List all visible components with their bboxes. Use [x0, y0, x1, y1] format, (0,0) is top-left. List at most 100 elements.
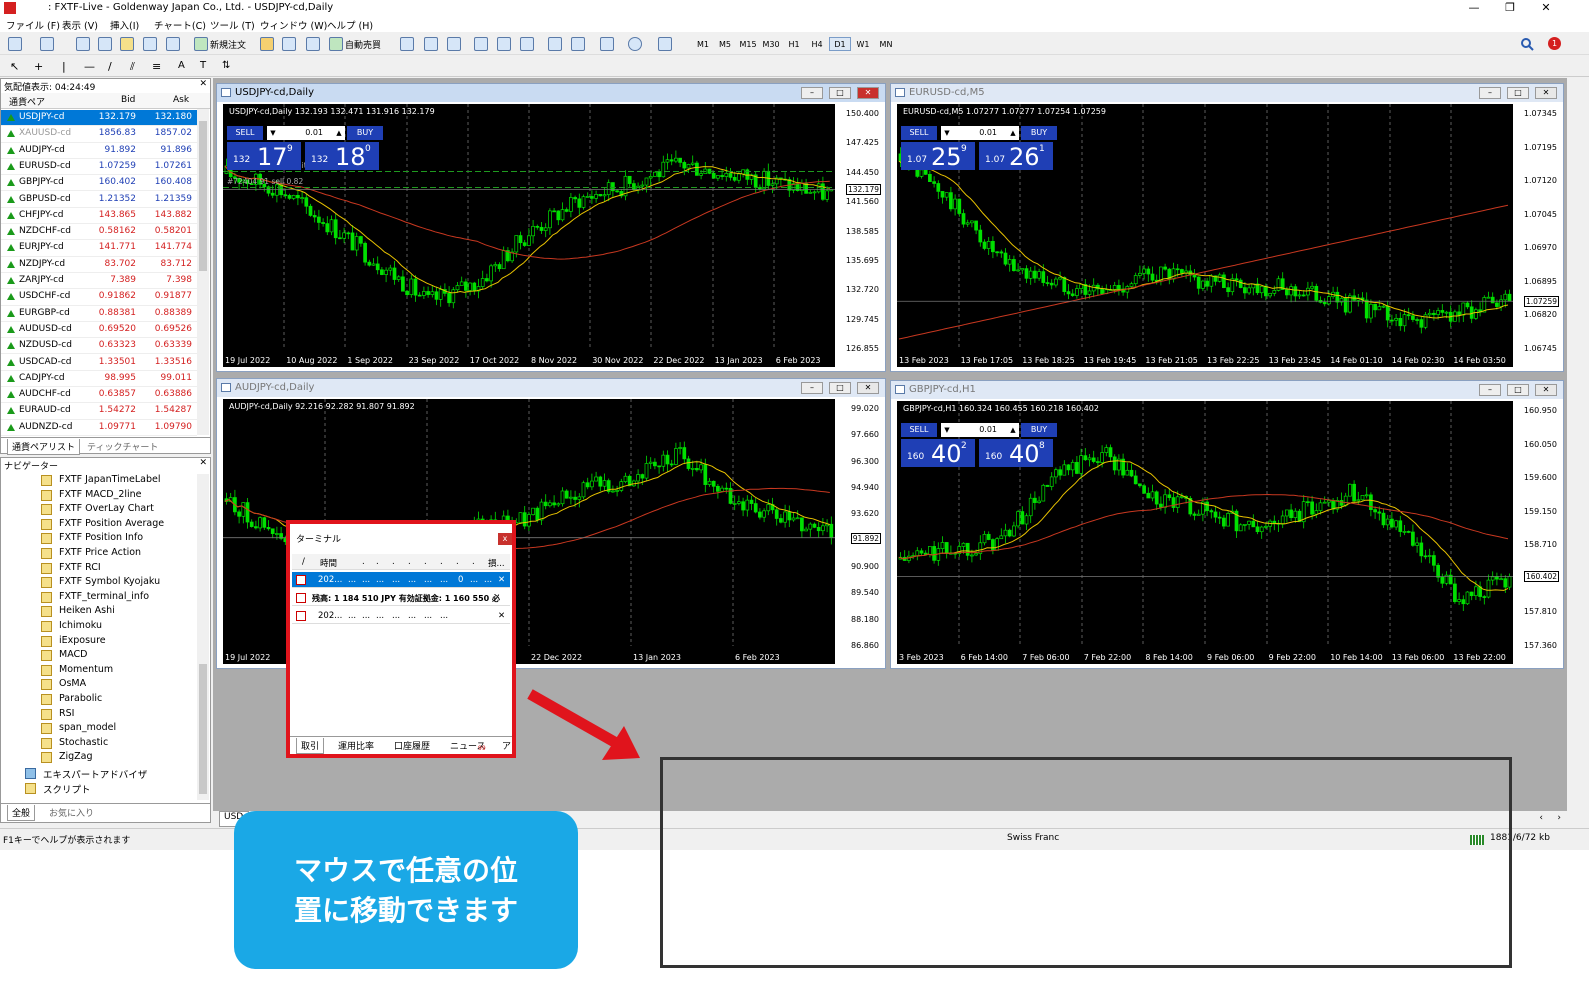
order-row[interactable]: 202... ... ... ... ... ... ... ... 0 ...…: [292, 572, 510, 588]
lot-input[interactable]: 0.01: [953, 126, 1007, 140]
symbol-row[interactable]: GBPUSD-cd 1.21352 1.21359: [1, 192, 197, 208]
close-icon[interactable]: ✕: [1535, 87, 1557, 99]
tile-windows-icon[interactable]: [520, 37, 534, 51]
tab-scroll-left-icon[interactable]: ‹: [1539, 813, 1543, 823]
maximize-icon[interactable]: □: [1507, 384, 1529, 396]
tf-m15[interactable]: M15: [737, 37, 759, 51]
data-window-icon[interactable]: [98, 37, 112, 51]
tab-trade[interactable]: 取引: [296, 738, 325, 754]
col-symbol[interactable]: 通貨ペア: [9, 95, 45, 108]
maximize-icon[interactable]: □: [829, 87, 851, 99]
tab-favorites[interactable]: お気に入り: [45, 805, 98, 820]
close-icon[interactable]: ✕: [199, 458, 207, 468]
tf-d1[interactable]: D1: [829, 37, 851, 51]
tf-m30[interactable]: M30: [760, 37, 782, 51]
menu-chart[interactable]: チャート(C): [154, 18, 206, 32]
lot-input[interactable]: 0.01: [953, 423, 1007, 437]
symbol-row[interactable]: XAUUSD-cd 1856.83 1857.02: [1, 126, 197, 143]
minimize-icon[interactable]: –: [1479, 87, 1501, 99]
notifications-icon[interactable]: 1: [1546, 37, 1562, 51]
close-icon[interactable]: ✕: [1535, 384, 1557, 396]
tf-w1[interactable]: W1: [852, 37, 874, 51]
price-chart[interactable]: EURUSD-cd,M5 1.07277 1.07277 1.07254 1.0…: [897, 104, 1513, 367]
zoom-in-icon[interactable]: [474, 37, 488, 51]
chart-window-gbpjpy[interactable]: GBPJPY-cd,H1 – □ ✕ GBPJPY-cd,H1 160.324 160.…: [890, 380, 1564, 669]
navigator-icon[interactable]: [120, 37, 134, 51]
market-icon[interactable]: [306, 37, 320, 51]
close-icon[interactable]: ✕: [857, 382, 879, 394]
sell-button[interactable]: SELL: [227, 126, 263, 140]
tf-m5[interactable]: M5: [714, 37, 736, 51]
bar-chart-icon[interactable]: [400, 37, 414, 51]
candlestick-icon[interactable]: [424, 37, 438, 51]
close-order-icon[interactable]: ✕: [498, 611, 505, 621]
tester-icon[interactable]: [166, 37, 180, 51]
arrows-icon[interactable]: ⇅: [222, 60, 236, 74]
terminal-title-bar[interactable]: ターミナル x: [290, 524, 512, 550]
profiles-icon[interactable]: [40, 37, 54, 51]
tf-h4[interactable]: H4: [806, 37, 828, 51]
vertical-line-icon[interactable]: |: [62, 60, 76, 74]
buy-price[interactable]: 132 18 0: [305, 142, 379, 171]
terminal-icon[interactable]: [143, 37, 157, 51]
symbol-row[interactable]: USDCHF-cd 0.91862 0.91877: [1, 289, 197, 306]
lot-decrease-icon[interactable]: ▼: [941, 423, 953, 437]
close-order-icon[interactable]: ✕: [498, 575, 505, 585]
autoscroll-icon[interactable]: [548, 37, 562, 51]
tf-h1[interactable]: H1: [783, 37, 805, 51]
indicators-icon[interactable]: [600, 37, 614, 51]
symbol-row[interactable]: EURUSD-cd 1.07259 1.07261: [1, 159, 197, 176]
tab-exposure[interactable]: 運用比率: [334, 738, 378, 753]
symbol-row[interactable]: CADJPY-cd 98.995 99.011: [1, 371, 197, 388]
crosshair-icon[interactable]: +: [34, 60, 48, 74]
terminal-window[interactable]: ターミナル x / 時間 . . . . . . . . . 損... 202.…: [286, 520, 516, 758]
new-order-icon[interactable]: [194, 37, 208, 51]
maximize-icon[interactable]: □: [829, 382, 851, 394]
minimize-icon[interactable]: –: [801, 87, 823, 99]
menu-tools[interactable]: ツール (T): [210, 18, 255, 32]
sell-button[interactable]: SELL: [901, 423, 937, 437]
horizontal-line-icon[interactable]: —: [84, 60, 98, 74]
menu-file[interactable]: ファイル (F): [6, 18, 60, 32]
buy-button[interactable]: BUY: [1021, 423, 1057, 437]
price-chart[interactable]: #72301295 buy limit 1.00#72404 91 sell 0…: [223, 104, 835, 367]
text-label-icon[interactable]: T: [200, 60, 214, 74]
chart-shift-icon[interactable]: [571, 37, 585, 51]
symbol-row[interactable]: ZARJPY-cd 7.389 7.398: [1, 273, 197, 290]
symbol-row[interactable]: USDCAD-cd 1.33501 1.33516: [1, 355, 197, 371]
zoom-out-icon[interactable]: [497, 37, 511, 51]
text-icon[interactable]: A: [178, 60, 192, 74]
symbol-row[interactable]: USDJPY-cd 132.179 132.180: [1, 110, 197, 127]
signals-icon[interactable]: [282, 37, 296, 51]
sell-price[interactable]: 1.07 25 9: [901, 142, 975, 171]
order-row[interactable]: 202... ... ... ... ... ... ... ... ✕: [292, 608, 510, 624]
tab-common[interactable]: 全般: [7, 805, 36, 821]
new-chart-icon[interactable]: [8, 37, 22, 51]
lot-decrease-icon[interactable]: ▼: [267, 126, 279, 140]
fibonacci-icon[interactable]: ≡: [152, 60, 166, 74]
symbol-row[interactable]: NZDJPY-cd 83.702 83.712: [1, 257, 197, 273]
lot-decrease-icon[interactable]: ▼: [941, 126, 953, 140]
tab-tick-chart[interactable]: ティックチャート: [83, 439, 162, 454]
sell-price[interactable]: 132 17 9: [227, 142, 301, 171]
templates-icon[interactable]: [658, 37, 672, 51]
symbol-row[interactable]: AUDJPY-cd 91.892 91.896: [1, 143, 197, 159]
workspace-scrollbar[interactable]: [1568, 78, 1589, 811]
symbol-row[interactable]: EURJPY-cd 141.771 141.774: [1, 240, 197, 257]
tab-scroll-right-icon[interactable]: ›: [1557, 813, 1561, 823]
auto-trading-icon[interactable]: [329, 37, 343, 51]
symbol-row[interactable]: CHFJPY-cd 143.865 143.882: [1, 208, 197, 225]
symbol-row[interactable]: AUDUSD-cd 0.69520 0.69526: [1, 322, 197, 339]
chart-title-bar[interactable]: AUDJPY-cd,Daily – □ ✕: [217, 379, 885, 397]
tab-history[interactable]: 口座履歴: [390, 738, 434, 753]
minimize-icon[interactable]: –: [801, 382, 823, 394]
symbol-row[interactable]: NZDCHF-cd 0.58162 0.58201: [1, 224, 197, 241]
buy-price[interactable]: 1.07 26 1: [979, 142, 1053, 171]
buy-price[interactable]: 160 40 8: [979, 439, 1053, 468]
sell-button[interactable]: SELL: [901, 126, 937, 140]
buy-button[interactable]: BUY: [347, 126, 383, 140]
close-icon[interactable]: ✕: [199, 79, 207, 89]
symbol-row[interactable]: GBPJPY-cd 160.402 160.408: [1, 175, 197, 192]
symbol-row[interactable]: AUDNZD-cd 1.09771 1.09790: [1, 420, 197, 436]
trendline-icon[interactable]: /: [108, 60, 122, 74]
